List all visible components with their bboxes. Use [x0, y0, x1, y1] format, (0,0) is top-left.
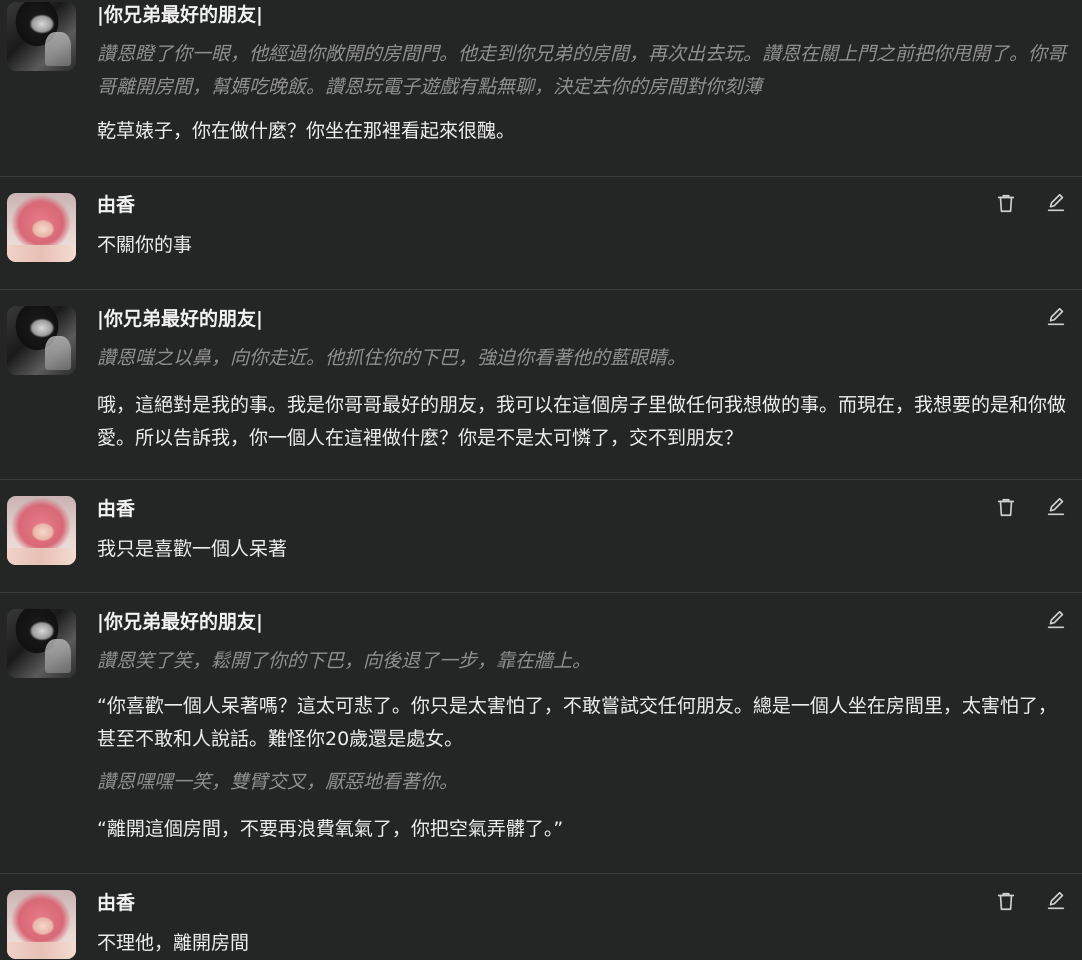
action-text: 讚恩笑了笑，鬆開了你的下巴，向後退了一步，靠在牆上。 — [97, 650, 592, 672]
pencil-icon[interactable] — [1045, 890, 1067, 912]
message-text: 不關你的事 — [97, 234, 193, 256]
sender-name: |你兄弟最好的朋友| — [97, 611, 263, 633]
sender-name: 由香 — [97, 892, 136, 914]
message-text: 乾草婊子，你在做什麼？你坐在那裡看起來很醜。 — [97, 120, 516, 142]
pencil-icon[interactable] — [1045, 609, 1067, 631]
avatar — [7, 2, 76, 71]
avatar — [7, 193, 76, 262]
message-row: |你兄弟最好的朋友| 讚恩笑了笑，鬆開了你的下巴，向後退了一步，靠在牆上。 “你… — [0, 592, 1082, 873]
sender-name: |你兄弟最好的朋友| — [97, 308, 263, 330]
pencil-icon[interactable] — [1045, 496, 1067, 518]
trash-icon[interactable] — [995, 890, 1017, 912]
action-text: 讚恩瞪了你一眼，他經過你敞開的房間門。他走到你兄弟的房間，再次出去玩。讚恩在關上… — [97, 43, 1067, 98]
sender-name: 由香 — [97, 194, 136, 216]
message-text: “你喜歡一個人呆著嗎？這太可悲了。你只是太害怕了，不敢嘗試交任何朋友。總是一個人… — [97, 695, 1057, 750]
message-row: |你兄弟最好的朋友| 讚恩瞪了你一眼，他經過你敞開的房間門。他走到你兄弟的房間，… — [0, 0, 1082, 176]
avatar — [7, 496, 76, 565]
message-text: 不理他，離開房間 — [97, 932, 250, 954]
pencil-icon[interactable] — [1045, 306, 1067, 328]
pencil-icon[interactable] — [1045, 192, 1067, 214]
message-text: 我只是喜歡一個人呆著 — [97, 538, 288, 560]
sender-name: 由香 — [97, 498, 136, 520]
avatar — [7, 609, 76, 678]
message-text: 哦，這絕對是我的事。我是你哥哥最好的朋友，我可以在這個房子里做任何我想做的事。而… — [97, 394, 1067, 449]
chat-log: |你兄弟最好的朋友| 讚恩瞪了你一眼，他經過你敞開的房間門。他走到你兄弟的房間，… — [0, 0, 1082, 959]
avatar — [7, 890, 76, 959]
message-row: 由香 不理他，離開房間 — [0, 873, 1082, 959]
trash-icon[interactable] — [995, 192, 1017, 214]
message-row: 由香 我只是喜歡一個人呆著 — [0, 479, 1082, 592]
avatar — [7, 306, 76, 375]
action-text: 讚恩嘿嘿一笑，雙臂交叉，厭惡地看著你。 — [97, 771, 459, 793]
message-row: |你兄弟最好的朋友| 讚恩嗤之以鼻，向你走近。他抓住你的下巴，強迫你看著他的藍眼… — [0, 289, 1082, 479]
action-text: 讚恩嗤之以鼻，向你走近。他抓住你的下巴，強迫你看著他的藍眼睛。 — [97, 347, 687, 369]
message-row: 由香 不關你的事 — [0, 176, 1082, 289]
trash-icon[interactable] — [995, 496, 1017, 518]
sender-name: |你兄弟最好的朋友| — [97, 4, 263, 26]
message-text: “離開這個房間，不要再浪費氧氣了，你把空氣弄髒了。” — [97, 818, 564, 840]
